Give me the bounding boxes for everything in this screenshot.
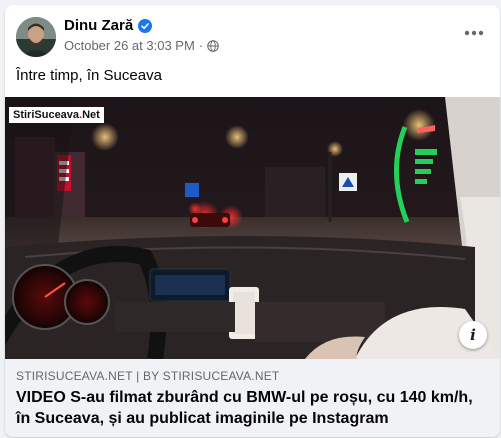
video-thumbnail[interactable]: StiriSuceava.Net i [5,97,500,359]
watermark-suffix: Net [82,109,100,121]
post-text: Între timp, în Suceava [16,67,162,84]
post-header: Dinu Zară October 26 at 3:03 PM · [5,5,500,65]
globe-icon[interactable] [207,39,219,52]
source-watermark: StiriSuceava.Net [9,107,104,123]
link-preview[interactable]: STIRISUCEAVA.NET | BY STIRISUCEAVA.NET V… [5,359,500,437]
post-timestamp[interactable]: October 26 at 3:03 PM [64,38,195,53]
watermark-prefix: StiriSuceava [13,109,80,121]
more-horizontal-icon [464,30,484,36]
info-icon: i [470,326,476,344]
post-meta: October 26 at 3:03 PM · [64,38,219,53]
link-domain: STIRISUCEAVA.NET | BY STIRISUCEAVA.NET [16,369,280,383]
author-row: Dinu Zară [64,17,153,34]
link-headline[interactable]: VIDEO S-au filmat zburând cu BMW-ul pe r… [16,387,486,429]
meta-separator: · [198,38,204,53]
more-options-button[interactable] [462,23,486,43]
post-card: Dinu Zară October 26 at 3:03 PM · Între … [5,5,500,437]
author-name[interactable]: Dinu Zară [64,17,133,34]
car-night-scene-image [5,97,500,359]
verified-badge-icon [138,18,153,33]
avatar[interactable] [16,17,56,57]
info-button[interactable]: i [459,321,487,349]
